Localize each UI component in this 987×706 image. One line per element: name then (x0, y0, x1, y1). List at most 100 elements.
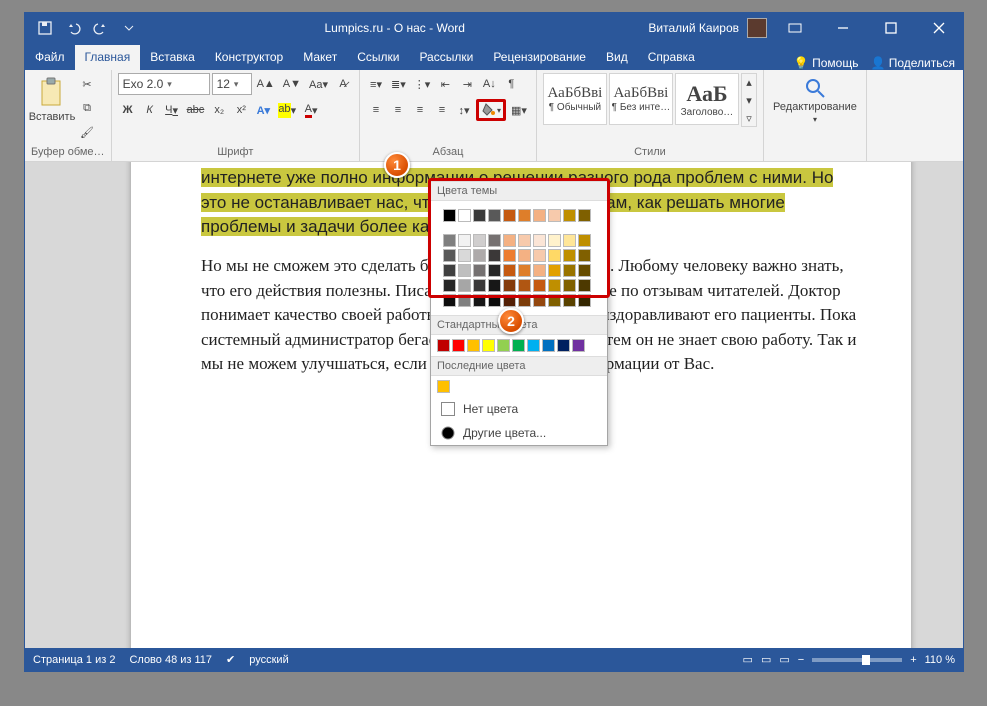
style-normal[interactable]: АаБбВві¶ Обычный (543, 73, 607, 125)
numbering-icon[interactable]: ≣▾ (388, 73, 409, 95)
color-swatch[interactable] (533, 249, 546, 262)
view-print-icon[interactable]: ▭ (761, 653, 771, 666)
color-swatch[interactable] (548, 264, 561, 277)
show-marks-icon[interactable]: ¶ (501, 73, 521, 95)
color-swatch[interactable] (518, 234, 531, 247)
color-swatch[interactable] (473, 294, 486, 307)
undo-icon[interactable] (61, 16, 85, 40)
color-swatch[interactable] (578, 264, 591, 277)
color-swatch[interactable] (473, 279, 486, 292)
proofing-icon[interactable]: ✔ (226, 653, 235, 666)
color-swatch[interactable] (467, 339, 480, 352)
underline-button[interactable]: Ч▾ (162, 99, 182, 121)
tell-me[interactable]: 💡 Помощь (794, 56, 859, 70)
color-swatch[interactable] (563, 279, 576, 292)
status-words[interactable]: Слово 48 из 117 (129, 654, 212, 666)
color-swatch[interactable] (503, 294, 516, 307)
more-colors-item[interactable]: Другие цвета... (431, 421, 607, 445)
color-swatch[interactable] (563, 294, 576, 307)
close-button[interactable] (919, 14, 959, 43)
zoom-slider[interactable] (812, 658, 902, 662)
color-swatch[interactable] (503, 279, 516, 292)
tab-design[interactable]: Конструктор (205, 45, 293, 70)
font-size-combo[interactable]: 12▾ (212, 73, 252, 95)
color-swatch[interactable] (533, 209, 546, 222)
color-swatch[interactable] (437, 339, 450, 352)
color-swatch[interactable] (458, 249, 471, 262)
cut-icon[interactable]: ✂ (77, 73, 97, 95)
color-swatch[interactable] (458, 209, 471, 222)
color-swatch[interactable] (563, 209, 576, 222)
indent-dec-icon[interactable]: ⇤ (435, 73, 455, 95)
view-web-icon[interactable]: ▭ (779, 653, 789, 666)
strike-button[interactable]: abc (184, 99, 208, 121)
tab-help[interactable]: Справка (638, 45, 705, 70)
borders-icon[interactable]: ▦▾ (508, 99, 530, 121)
color-swatch[interactable] (518, 249, 531, 262)
color-swatch[interactable] (443, 249, 456, 262)
color-swatch[interactable] (443, 294, 456, 307)
color-swatch[interactable] (563, 249, 576, 262)
color-swatch[interactable] (548, 279, 561, 292)
color-swatch[interactable] (458, 234, 471, 247)
color-swatch[interactable] (443, 209, 456, 222)
color-swatch[interactable] (473, 234, 486, 247)
color-swatch[interactable] (563, 264, 576, 277)
color-swatch[interactable] (488, 249, 501, 262)
color-swatch[interactable] (563, 234, 576, 247)
color-swatch[interactable] (527, 339, 540, 352)
color-swatch[interactable] (473, 209, 486, 222)
color-swatch[interactable] (548, 234, 561, 247)
color-swatch[interactable] (503, 234, 516, 247)
color-swatch[interactable] (443, 279, 456, 292)
styles-more-icon[interactable]: ▿ (742, 110, 756, 126)
zoom-level[interactable]: 110 % (925, 654, 955, 666)
tab-view[interactable]: Вид (596, 45, 638, 70)
zoom-out-button[interactable]: − (798, 654, 804, 666)
color-swatch[interactable] (503, 249, 516, 262)
clear-format-icon[interactable]: A̷ (333, 73, 353, 95)
highlight-icon[interactable]: ab▾ (275, 99, 299, 121)
color-swatch[interactable] (482, 339, 495, 352)
style-no-spacing[interactable]: АаБбВві¶ Без инте… (609, 73, 673, 125)
status-page[interactable]: Страница 1 из 2 (33, 654, 115, 666)
color-swatch[interactable] (473, 249, 486, 262)
italic-button[interactable]: К (140, 99, 160, 121)
color-swatch[interactable] (473, 264, 486, 277)
color-swatch[interactable] (578, 294, 591, 307)
color-swatch[interactable] (518, 279, 531, 292)
multilevel-icon[interactable]: ⋮▾ (411, 73, 434, 95)
shrink-font-icon[interactable]: A▼ (280, 73, 304, 95)
align-center-icon[interactable]: ≡ (388, 99, 408, 121)
tab-layout[interactable]: Макет (293, 45, 347, 70)
color-swatch[interactable] (458, 264, 471, 277)
format-painter-icon[interactable]: 🖌 (77, 121, 97, 143)
color-swatch[interactable] (488, 209, 501, 222)
color-swatch[interactable] (518, 209, 531, 222)
minimize-button[interactable] (823, 14, 863, 43)
style-heading[interactable]: АаБЗаголово… (675, 73, 739, 125)
color-swatch[interactable] (533, 264, 546, 277)
shading-button[interactable]: ▾ (476, 99, 506, 121)
status-language[interactable]: русский (249, 654, 288, 666)
align-right-icon[interactable]: ≡ (410, 99, 430, 121)
color-swatch[interactable] (497, 339, 510, 352)
color-swatch[interactable] (518, 264, 531, 277)
change-case-icon[interactable]: Aa▾ (306, 73, 331, 95)
tab-review[interactable]: Рецензирование (483, 45, 596, 70)
avatar[interactable] (747, 18, 767, 38)
indent-inc-icon[interactable]: ⇥ (457, 73, 477, 95)
color-swatch[interactable] (458, 279, 471, 292)
font-name-combo[interactable]: Exo 2.0▾ (118, 73, 210, 95)
save-icon[interactable] (33, 16, 57, 40)
bold-button[interactable]: Ж (118, 99, 138, 121)
share-button[interactable]: 👤 Поделиться (870, 56, 955, 70)
color-swatch[interactable] (578, 249, 591, 262)
tab-insert[interactable]: Вставка (140, 45, 205, 70)
color-swatch[interactable] (533, 279, 546, 292)
color-swatch[interactable] (533, 234, 546, 247)
sort-icon[interactable]: A↓ (479, 73, 499, 95)
color-swatch[interactable] (488, 279, 501, 292)
view-read-icon[interactable]: ▭ (743, 653, 753, 666)
color-swatch[interactable] (548, 209, 561, 222)
